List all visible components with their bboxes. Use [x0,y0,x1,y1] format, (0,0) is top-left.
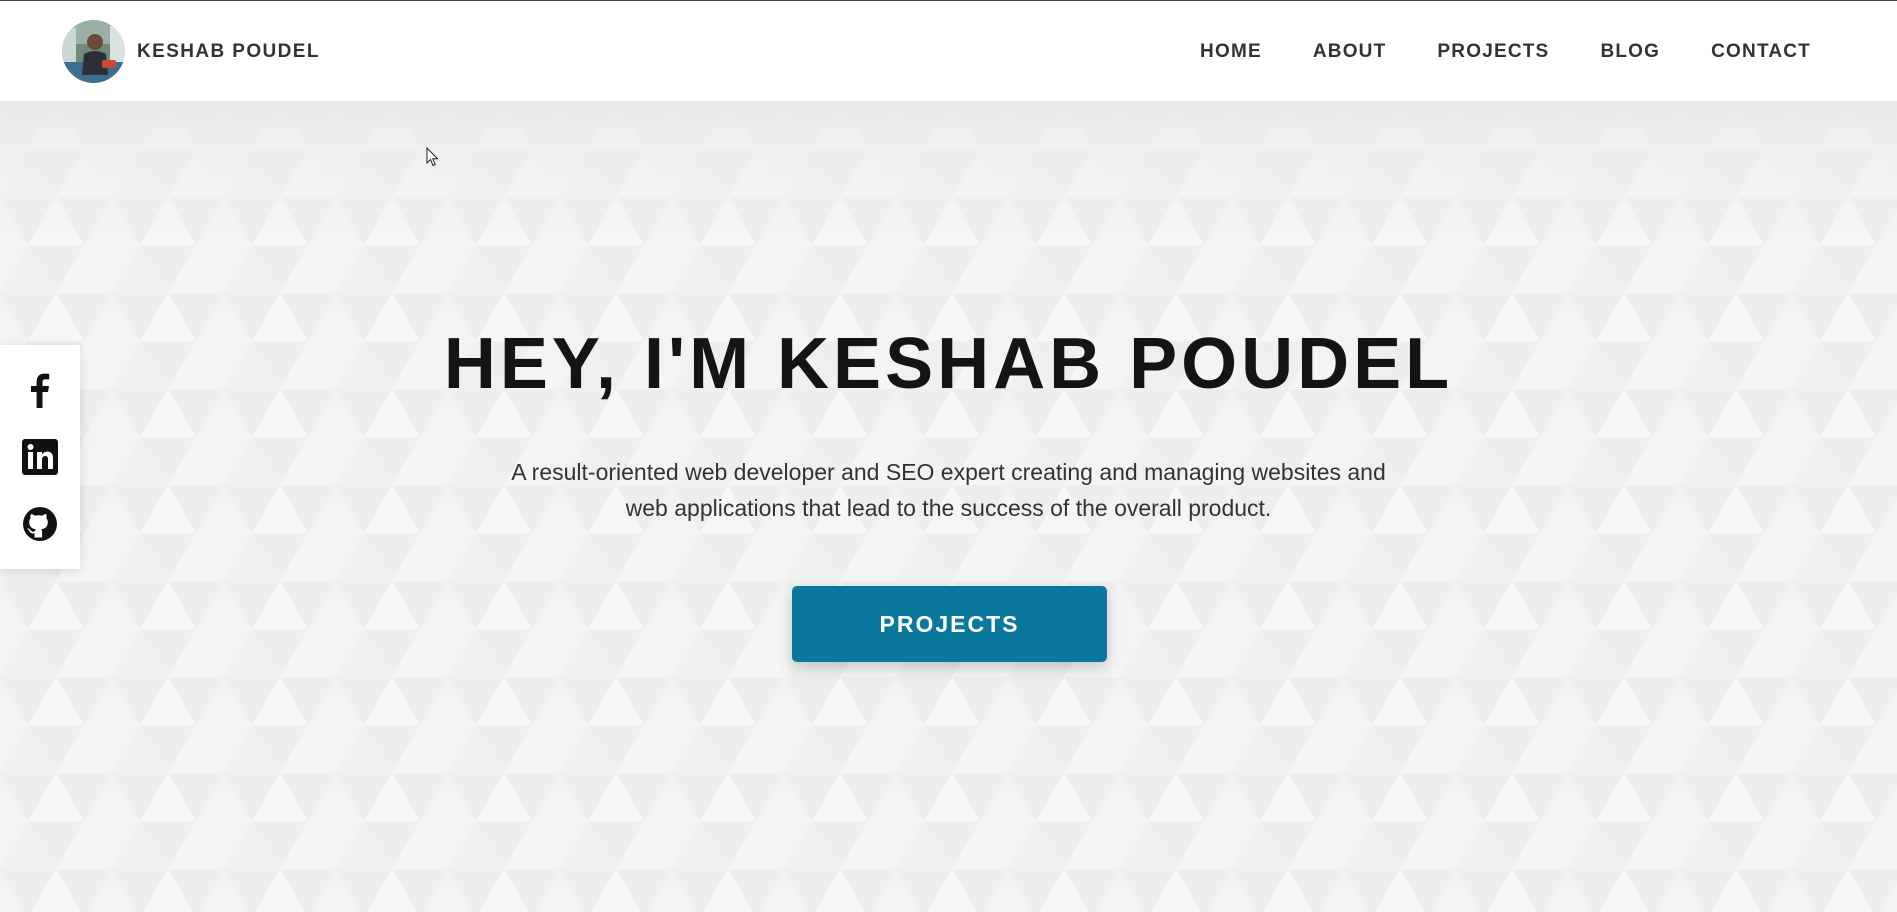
brand-link[interactable]: KESHAB POUDEL [62,20,320,83]
facebook-link[interactable] [20,370,60,410]
facebook-icon [31,373,50,409]
nav-blog[interactable]: BLOG [1600,41,1660,63]
linkedin-icon [22,438,58,475]
nav-contact[interactable]: CONTACT [1711,41,1811,63]
nav-projects[interactable]: PROJECTS [1437,41,1549,63]
hero-title: HEY, I'M KESHAB POUDEL [443,324,1454,404]
social-sidebar [0,345,80,569]
hero-description: A result-oriented web developer and SEO … [511,459,1386,521]
linkedin-link[interactable] [20,437,60,477]
nav-about[interactable]: ABOUT [1313,41,1387,63]
hero-section: HEY, I'M KESHAB POUDEL A result-oriented… [0,101,1897,912]
nav-home[interactable]: HOME [1200,41,1262,63]
brand-name: KESHAB POUDEL [137,40,320,62]
github-icon [23,506,57,541]
site-header: KESHAB POUDEL HOME ABOUT PROJECTS BLOG C… [0,0,1897,101]
projects-button[interactable]: PROJECTS [792,586,1107,662]
mouse-cursor-icon [426,147,439,167]
profile-avatar [62,20,125,83]
github-link[interactable] [20,504,60,544]
portfolio-page: KESHAB POUDEL HOME ABOUT PROJECTS BLOG C… [0,0,1897,912]
main-nav: HOME ABOUT PROJECTS BLOG CONTACT [1200,1,1811,102]
